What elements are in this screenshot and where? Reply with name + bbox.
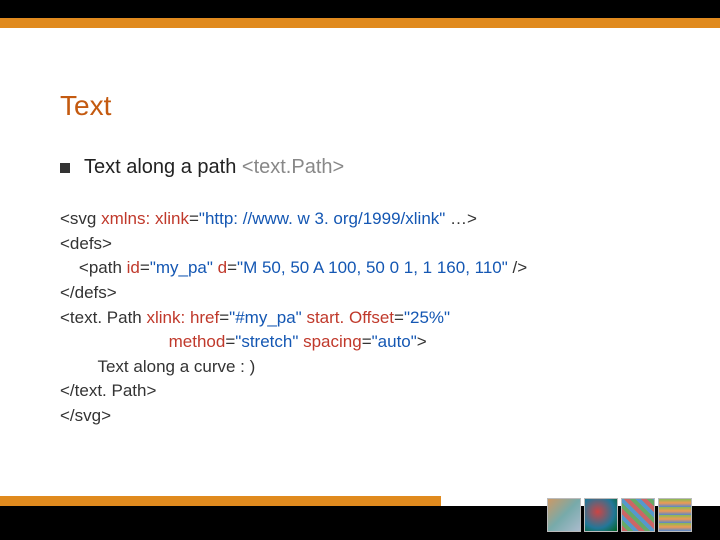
top-bar-orange — [0, 18, 720, 28]
thumb-2 — [584, 498, 618, 532]
bullet-text: Text along a path <text.Path> — [84, 156, 344, 179]
code-line-6: method="stretch" spacing="auto"> — [60, 330, 680, 355]
code-block: <svg xmlns: xlink="http: //www. w 3. org… — [60, 207, 680, 429]
thumb-3 — [621, 498, 655, 532]
top-bar-black — [0, 0, 720, 18]
thumbnail-strip — [547, 498, 692, 532]
code-line-1: <svg xmlns: xlink="http: //www. w 3. org… — [60, 207, 680, 232]
thumb-4 — [658, 498, 692, 532]
slide-title: Text — [60, 90, 680, 122]
code-line-7: Text along a curve : ) — [60, 355, 680, 380]
bullet-square-icon — [60, 163, 70, 173]
bullet-tag: <text.Path> — [242, 156, 344, 178]
bullet-label: Text along a path — [84, 156, 242, 178]
code-line-3: <path id="my_pa" d="M 50, 50 A 100, 50 0… — [60, 256, 680, 281]
bottom-bar-orange — [0, 496, 441, 506]
code-line-5: <text. Path xlink: href="#my_pa" start. … — [60, 306, 680, 331]
code-line-2: <defs> — [60, 232, 680, 257]
code-line-9: </svg> — [60, 404, 680, 429]
code-line-4: </defs> — [60, 281, 680, 306]
bullet-item: Text along a path <text.Path> — [60, 156, 680, 179]
code-line-8: </text. Path> — [60, 379, 680, 404]
slide: Text Text along a path <text.Path> <svg … — [0, 0, 720, 540]
content-area: Text Text along a path <text.Path> <svg … — [60, 90, 680, 429]
thumb-1 — [547, 498, 581, 532]
